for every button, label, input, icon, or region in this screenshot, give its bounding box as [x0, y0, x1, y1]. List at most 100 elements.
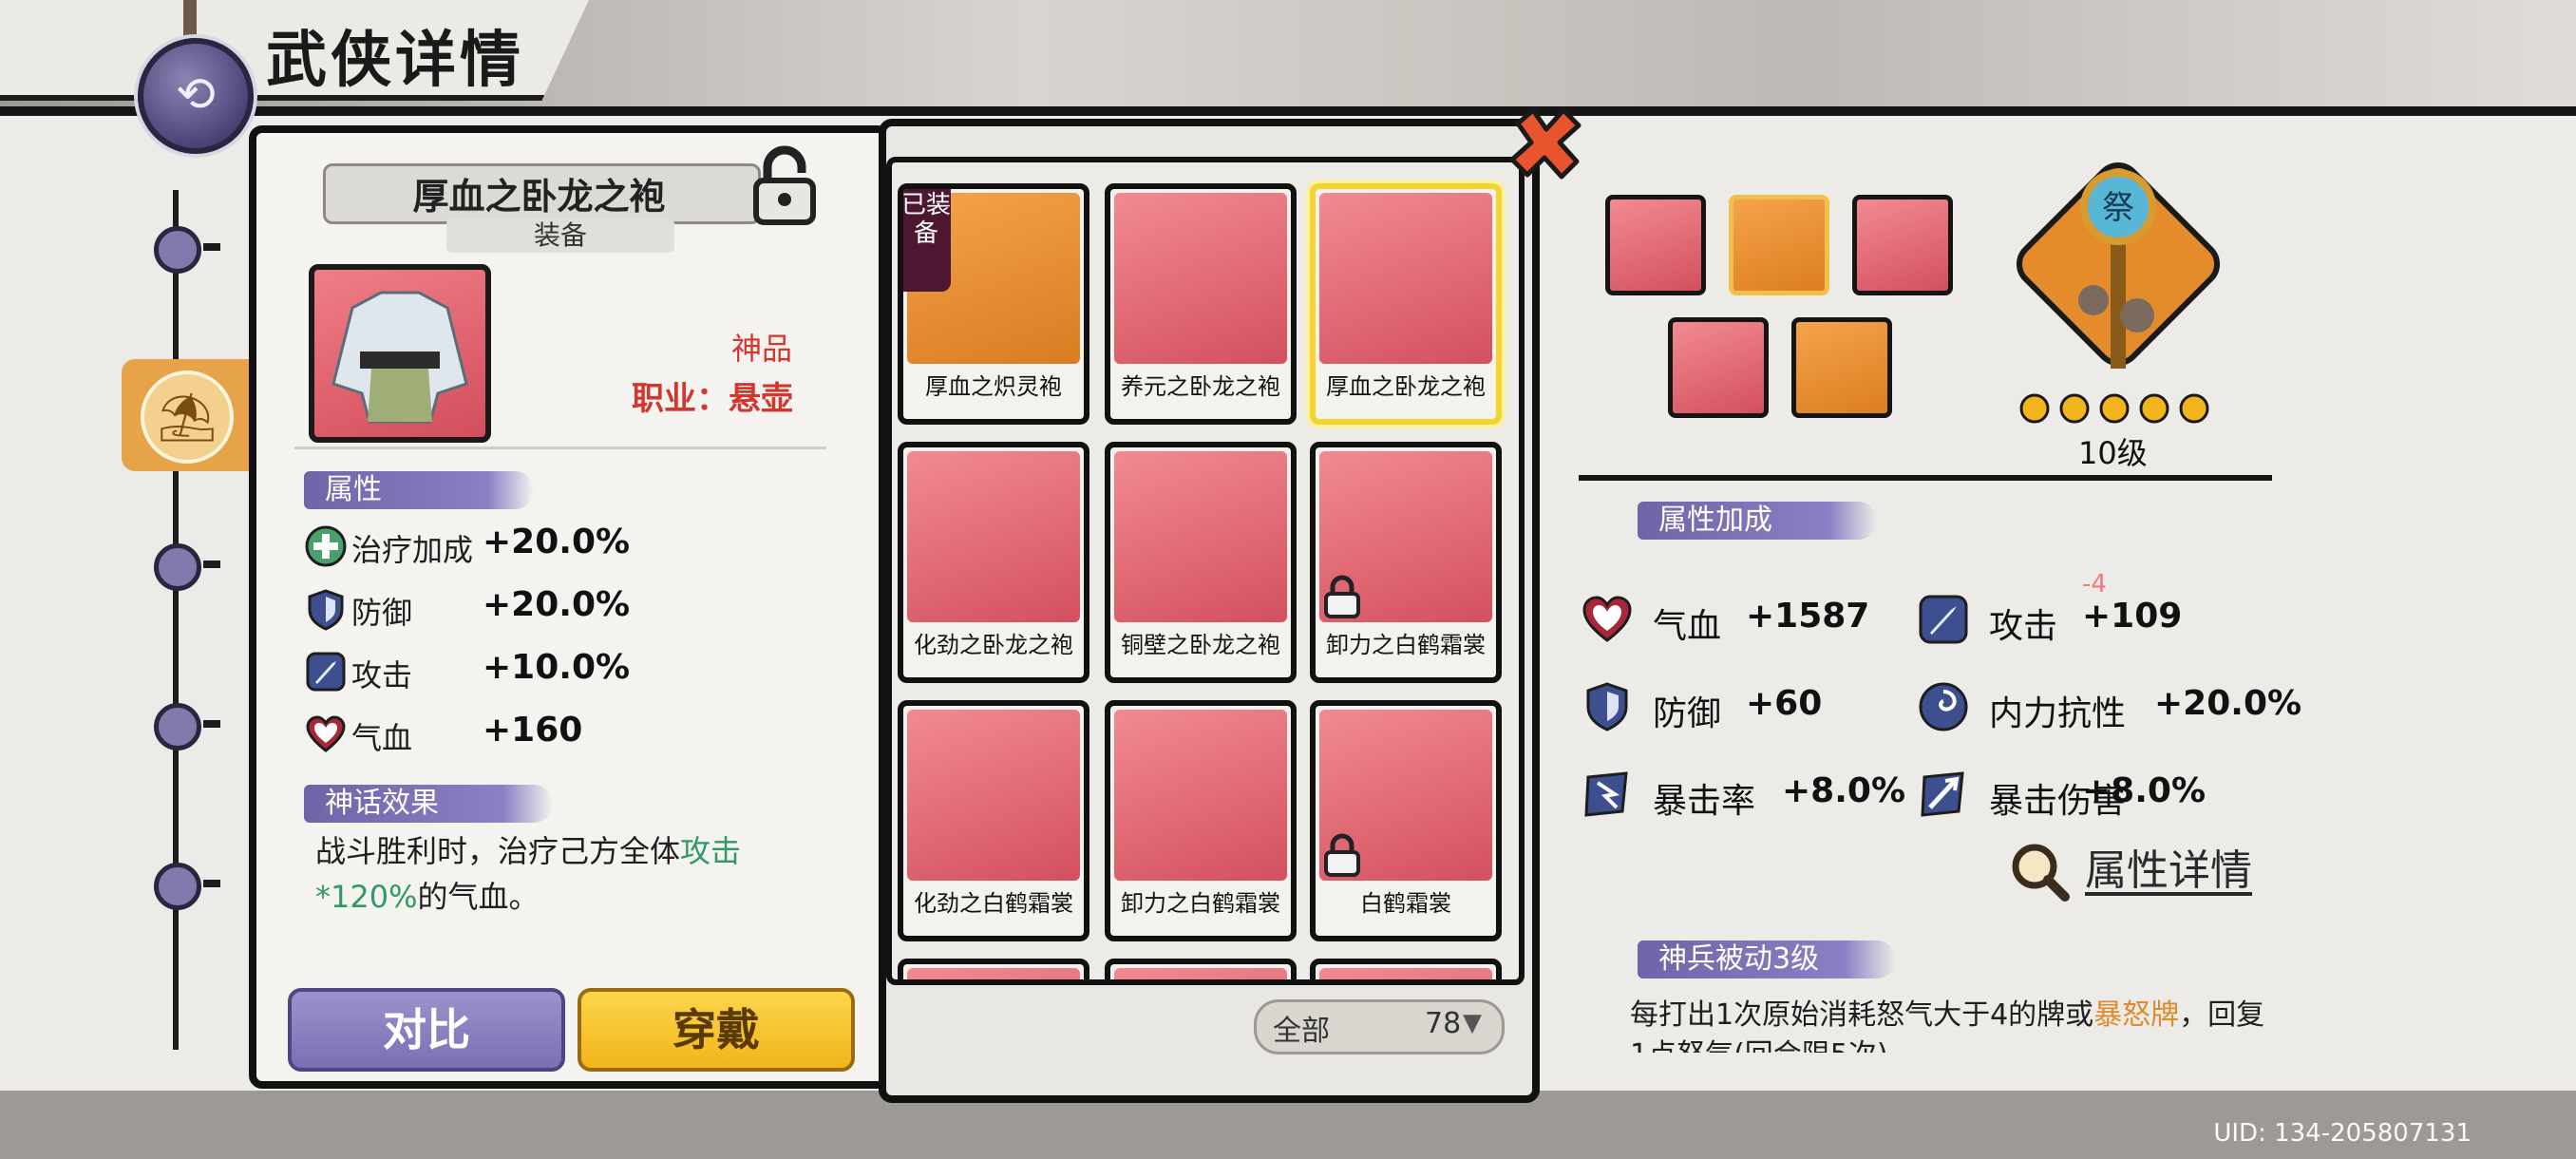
lock-icon — [1324, 575, 1360, 618]
timeline-line — [173, 190, 179, 1050]
filter-label: 全部 — [1273, 1015, 1330, 1048]
attribute-row: 气血 +160 — [304, 707, 798, 764]
passive-desc-text: 每打出1次原始消耗怒气大于4的牌或 — [1630, 998, 2094, 1032]
nav-node-3[interactable] — [154, 543, 201, 591]
lock-icon[interactable] — [750, 144, 819, 226]
page-title: 武侠详情 — [266, 26, 524, 96]
shield-icon — [308, 589, 344, 631]
stat-value: +8.0% — [2082, 771, 2207, 810]
item-rarity: 神品 — [731, 331, 793, 367]
gear-slot-helmet[interactable] — [1605, 195, 1706, 295]
crit-rate-icon — [1584, 771, 1628, 817]
equipment-grid[interactable]: 已装备 厚血之炽灵袍 养元之卧龙之袍 厚血之卧龙之袍 化劲之卧龙之袍 铜壁之卧龙… — [886, 157, 1525, 985]
sword-icon — [1919, 595, 1968, 644]
stat-value: +20.0% — [2154, 684, 2302, 723]
stat-row: 防御 +60 — [1581, 676, 1904, 733]
filter-count: 78 — [1425, 1007, 1462, 1040]
equipment-card[interactable] — [898, 959, 1089, 979]
nav-node-dot — [203, 243, 220, 251]
attribute-name: 攻击 — [351, 657, 413, 694]
equipment-card[interactable] — [1105, 959, 1297, 979]
stat-row: 暴击率 +8.0% — [1581, 764, 1905, 821]
robe-art — [907, 968, 1080, 979]
swirl-back-icon: ⟲ — [176, 66, 216, 122]
equipment-card[interactable]: 化劲之白鹤霜裳 — [898, 700, 1089, 941]
shield-icon — [1586, 682, 1628, 732]
item-job: 职业：悬壶 — [632, 380, 793, 418]
passive-description: 每打出1次原始消耗怒气大于4的牌或暴怒牌，回复1点怒气(回合限5次) — [1630, 996, 2266, 1053]
myth-description: 战斗胜利时，治疗己方全体攻击*120%的气血。 — [315, 828, 828, 920]
card-label: 铜壁之卧龙之袍 — [1121, 632, 1280, 658]
card-label: 卸力之白鹤霜裳 — [1326, 632, 1486, 658]
stat-name: 防御 — [1653, 694, 1722, 733]
chevron-down-icon: ▼ — [1463, 1009, 1482, 1037]
nav-node-5[interactable] — [154, 863, 201, 910]
equipment-card[interactable]: 已装备 厚血之炽灵袍 — [898, 183, 1089, 425]
gear-slot-accessory[interactable] — [1791, 317, 1892, 418]
attributes-section-title: 属性 — [304, 471, 534, 509]
equipment-card[interactable]: 养元之卧龙之袍 — [1105, 183, 1297, 425]
back-button[interactable]: ⟲ — [138, 38, 254, 154]
equipment-card[interactable] — [1310, 959, 1502, 979]
nav-node-dot — [203, 560, 220, 568]
equipment-card-selected[interactable]: 厚血之卧龙之袍 — [1310, 183, 1502, 425]
gear-slot-robe[interactable] — [1729, 195, 1829, 295]
myth-section-title: 神话效果 — [304, 785, 553, 823]
robe-art — [907, 710, 1080, 881]
robe-art — [907, 451, 1080, 622]
equipped-badge: 已装备 — [903, 189, 951, 292]
nav-node-1[interactable] — [154, 226, 201, 274]
compare-button[interactable]: 对比 — [288, 988, 565, 1072]
equipment-card[interactable]: 卸力之白鹤霜裳 — [1310, 442, 1502, 683]
stat-value: +109 — [2082, 597, 2183, 636]
myth-desc-text: 战斗胜利时，治疗己方全体 — [315, 833, 681, 869]
robe-art — [1114, 710, 1287, 881]
stat-name: 攻击 — [1989, 607, 2058, 646]
stat-name: 气血 — [1653, 607, 1722, 646]
equipment-card[interactable]: 白鹤霜裳 — [1310, 700, 1502, 941]
card-label: 卸力之白鹤霜裳 — [1121, 890, 1280, 917]
heart-icon — [306, 715, 346, 752]
attribute-name: 气血 — [351, 720, 413, 756]
passive-desc-highlight: 暴怒牌 — [2093, 998, 2180, 1032]
divine-weapon-icon[interactable]: 祭 — [1995, 141, 2242, 388]
nav-tab-equipment[interactable]: ⛱ — [122, 359, 255, 471]
equipment-card[interactable]: 铜壁之卧龙之袍 — [1105, 442, 1297, 683]
attribute-name: 治疗加成 — [351, 532, 474, 568]
weapon-badge: 祭 — [2102, 189, 2134, 227]
robe-art — [1114, 968, 1287, 979]
attribute-row: 攻击 +10.0% — [304, 644, 798, 701]
wear-button[interactable]: 穿戴 — [578, 988, 855, 1072]
stat-value: +1587 — [1746, 597, 1870, 636]
card-label: 养元之卧龙之袍 — [1121, 373, 1280, 400]
gear-slot-boots[interactable] — [1852, 195, 1953, 295]
item-name: 厚血之卧龙之袍 — [412, 176, 666, 218]
robe-art — [1319, 193, 1492, 364]
attribute-value: +20.0% — [483, 522, 631, 561]
item-type: 装备 — [446, 218, 674, 253]
uid-label: UID: 134-205807131 — [2213, 1119, 2472, 1148]
passive-section-title: 神兵被动3级 — [1638, 940, 1896, 978]
attribute-value: +20.0% — [483, 585, 631, 624]
nav-node-dot — [203, 720, 220, 728]
magnifier-icon[interactable] — [2008, 840, 2073, 904]
swirl-icon — [1919, 682, 1968, 732]
close-icon[interactable] — [1505, 103, 1586, 184]
attribute-detail-link[interactable]: 属性详情 — [2085, 836, 2252, 897]
equipment-card[interactable]: 化劲之卧龙之袍 — [898, 442, 1089, 683]
hat-icon: ⛱ — [141, 370, 234, 464]
attribute-value: +10.0% — [483, 648, 631, 687]
gear-slot-gloves[interactable] — [1668, 317, 1769, 418]
stat-name: 内力抗性 — [1989, 694, 2127, 733]
attack-delta: -4 — [2082, 570, 2107, 598]
divider — [294, 446, 826, 449]
equipment-card[interactable]: 卸力之白鹤霜裳 — [1105, 700, 1297, 941]
nav-node-dot — [203, 880, 220, 887]
heal-icon — [305, 525, 347, 567]
nav-node-4[interactable] — [154, 703, 201, 750]
stat-row: 内力抗性 +20.0% — [1917, 676, 2301, 733]
card-label: 白鹤霜裳 — [1360, 890, 1451, 917]
robe-art — [1114, 451, 1287, 622]
stat-value: +60 — [1746, 684, 1823, 723]
card-label: 化劲之白鹤霜裳 — [914, 890, 1073, 917]
